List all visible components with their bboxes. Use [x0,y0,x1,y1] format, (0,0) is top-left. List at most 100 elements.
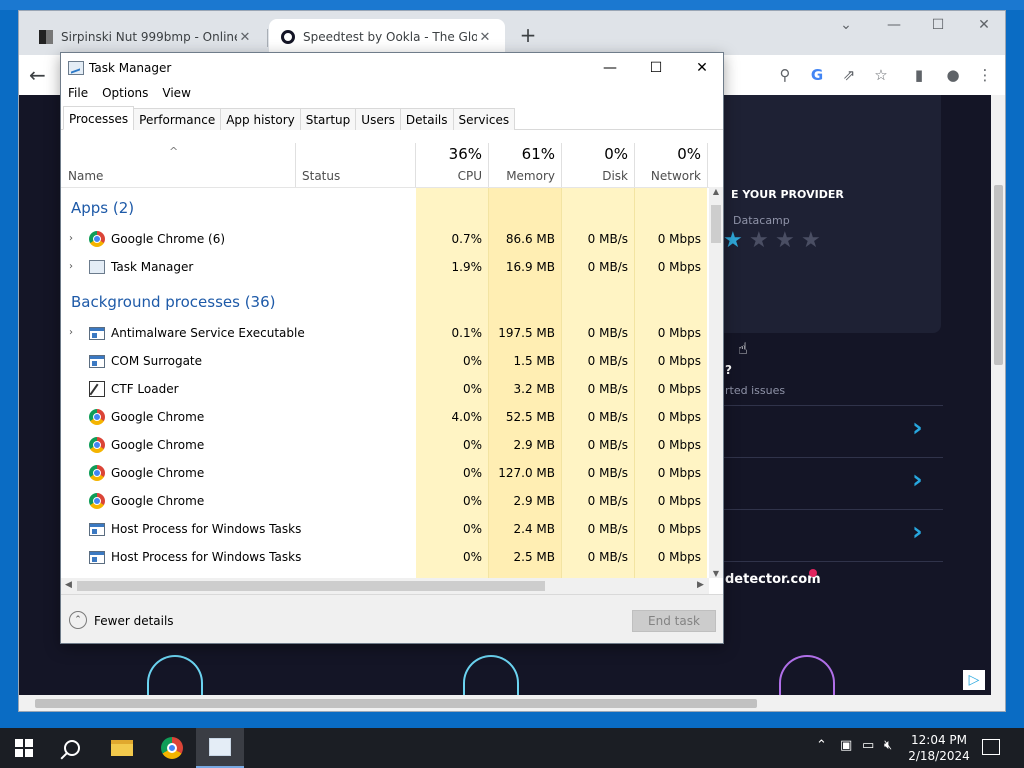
start-button[interactable] [0,728,48,768]
process-row[interactable]: COM Surrogate 0% 1.5 MB 0 MB/s 0 Mbps [61,347,709,375]
scroll-up-arrow-icon[interactable]: ▲ [709,187,723,196]
column-header-disk[interactable]: 0% Disk [561,143,634,187]
back-arrow-icon[interactable]: ← [29,64,51,86]
chrome-close-button[interactable]: ✕ [969,17,999,39]
tab-users[interactable]: Users [355,108,401,130]
task-manager-taskbar-button[interactable] [196,728,244,768]
page-vertical-scrollbar[interactable] [991,95,1005,699]
rating-star-icon[interactable]: ★ [775,228,795,253]
process-row[interactable]: Google Chrome 0% 2.9 MB 0 MB/s 0 Mbps [61,487,709,515]
scroll-thumb[interactable] [994,185,1003,365]
google-icon[interactable]: G [807,65,827,85]
disk-cell: 0 MB/s [587,494,628,508]
tab-details[interactable]: Details [399,108,454,130]
provider-name: Datacamp [733,214,790,227]
menu-view[interactable]: View [155,83,197,103]
tab-close-icon[interactable]: ✕ [237,30,253,45]
tab-startup[interactable]: Startup [299,108,357,130]
process-row[interactable]: › Antimalware Service Executable 0.1% 197.5… [61,319,709,347]
fewer-details-link[interactable]: Fewer details [94,614,174,628]
column-header-power[interactable]: P [707,143,709,187]
provider-heading: E YOUR PROVIDER [731,188,844,201]
column-header-memory[interactable]: 61% Memory [488,143,561,187]
column-header-status[interactable]: Status [295,143,415,187]
task-manager-titlebar[interactable]: Task Manager — ☐ ✕ [61,53,723,83]
network-cell: 0 Mbps [657,382,701,396]
side-panel-icon[interactable]: ▮ [909,65,929,85]
chevron-up-circle-icon[interactable]: ⌃ [69,611,87,629]
page-horizontal-scrollbar[interactable] [19,695,1005,711]
process-row[interactable]: Google Chrome 0% 2.9 MB 0 MB/s 0 Mbps [61,431,709,459]
search-button[interactable] [48,728,96,768]
chrome-tab-sirpinski[interactable]: Sirpinski Nut 999bmp - Online Su ✕ [27,19,265,55]
desktop-background [0,0,1024,10]
memory-cell: 2.9 MB [513,494,555,508]
menu-icon[interactable]: ⋮ [975,65,995,85]
menu-options[interactable]: Options [95,83,155,103]
scroll-thumb[interactable] [77,581,545,591]
tab-processes[interactable]: Processes [63,106,135,130]
column-header-name[interactable]: ^ Name [61,143,295,187]
file-explorer-button[interactable] [98,728,146,768]
group-header-apps[interactable]: Apps (2) [71,199,134,217]
maximize-button[interactable]: ☐ [641,57,671,79]
tab-search-icon[interactable]: ⌄ [831,17,861,39]
star-icon[interactable]: ☆ [871,65,891,85]
process-name: Google Chrome [111,466,205,480]
chrome-minimize-button[interactable]: — [879,17,909,39]
expand-chevron-icon[interactable]: › [69,253,73,281]
scroll-thumb[interactable] [711,205,721,243]
process-vertical-scrollbar[interactable]: ▲ ▼ [709,187,723,578]
folder-icon [111,740,133,756]
tab-close-icon[interactable]: ✕ [477,30,493,45]
location-icon[interactable]: ⚲ [775,65,795,85]
chevron-right-icon[interactable]: › [912,465,923,495]
expand-chevron-icon[interactable]: › [69,319,73,347]
network-icon[interactable]: ▭ [862,738,874,753]
rating-star-icon[interactable]: ★ [749,228,769,253]
close-button[interactable]: ✕ [687,57,717,79]
minimize-button[interactable]: — [595,57,625,79]
adchoices-icon[interactable]: ▷ [963,670,985,690]
network-device-icon[interactable]: ▣ [840,738,852,753]
column-header-cpu[interactable]: 36% CPU [415,143,488,187]
disk-cell: 0 MB/s [587,260,628,274]
chevron-up-icon[interactable]: ⌃ [816,738,827,753]
group-header-background[interactable]: Background processes (36) [71,293,276,311]
chrome-maximize-button[interactable]: ☐ [923,17,953,39]
share-icon[interactable]: ⇗ [839,65,859,85]
process-row[interactable]: Host Process for Windows Tasks 0% 2.4 MB 0 … [61,515,709,543]
expand-chevron-icon[interactable]: › [69,225,73,253]
scroll-right-arrow-icon[interactable]: ▶ [697,580,704,590]
process-horizontal-scrollbar[interactable]: ◀ ▶ [61,578,709,594]
process-row[interactable]: CTF Loader 0% 3.2 MB 0 MB/s 0 Mbps [61,375,709,403]
rating-star-icon[interactable]: ★ [723,228,743,253]
detector-link[interactable]: detector.com [725,572,821,587]
tab-performance[interactable]: Performance [133,108,222,130]
system-clock[interactable]: 12:04 PM 2/18/2024 [904,732,974,764]
process-name: Google Chrome [111,438,205,452]
chevron-right-icon[interactable]: › [912,413,923,443]
process-row[interactable]: Google Chrome 0% 127.0 MB 0 MB/s 0 Mbps [61,459,709,487]
volume-muted-icon[interactable]: 🔇︎ [884,738,892,753]
chevron-right-icon[interactable]: › [912,517,923,547]
scroll-left-arrow-icon[interactable]: ◀ [65,580,72,590]
process-row[interactable]: Google Chrome 4.0% 52.5 MB 0 MB/s 0 Mbps [61,403,709,431]
chrome-taskbar-button[interactable] [148,728,196,768]
notification-icon[interactable] [982,739,1000,755]
end-task-button[interactable]: End task [632,610,716,632]
menu-file[interactable]: File [61,83,95,103]
process-row[interactable]: › Google Chrome (6) 0.7% 86.6 MB 0 MB/s 0 Mbp… [61,225,709,253]
new-tab-button[interactable]: + [517,25,539,47]
scroll-thumb[interactable] [35,699,757,708]
question-fragment: ? [725,363,732,377]
profile-icon[interactable]: ● [943,65,963,85]
tab-app-history[interactable]: App history [220,108,301,130]
chrome-tab-speedtest[interactable]: Speedtest by Ookla - The Global ✕ [269,19,505,55]
rating-star-icon[interactable]: ★ [801,228,821,253]
tab-services[interactable]: Services [452,108,516,130]
process-row[interactable]: Host Process for Windows Tasks 0% 2.5 MB 0 … [61,543,709,571]
scroll-down-arrow-icon[interactable]: ▼ [709,569,723,578]
column-header-network[interactable]: 0% Network [634,143,707,187]
process-row[interactable]: › Task Manager 1.9% 16.9 MB 0 MB/s 0 Mbps [61,253,709,281]
